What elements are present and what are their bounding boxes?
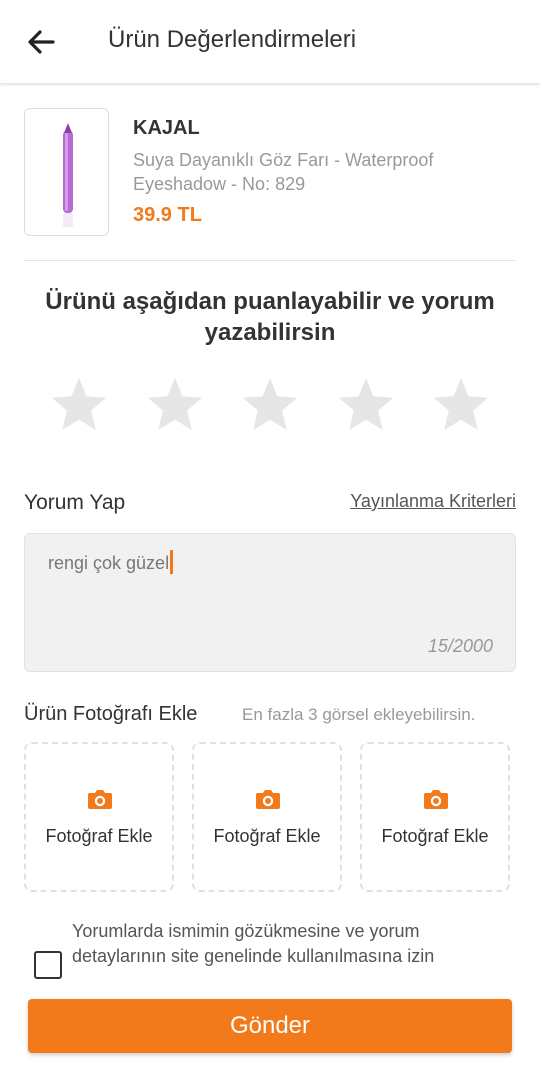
star-rating [48,374,492,436]
star-icon [242,377,298,431]
star-icon [147,377,203,431]
add-photo-label: Fotoğraf Ekle [45,826,153,846]
consent-checkbox[interactable] [34,951,62,979]
star-icon [51,377,107,431]
product-brand: KAJAL [133,117,200,139]
character-counter: 15/2000 [427,636,493,656]
star-icon [338,377,394,431]
arrow-left-icon [28,30,55,54]
camera-icon [256,790,280,809]
star-icon [433,377,489,431]
add-photo-label: Fotoğraf Ekle [381,826,489,846]
add-photo-button-1[interactable]: Fotoğraf Ekle [24,742,174,892]
comment-input[interactable]: rengi çok güzel 15/2000 [24,533,516,672]
consent-text: Yorumlarda ismimin gözükmesine ve yorum … [72,921,435,966]
add-photo-button-2[interactable]: Fotoğraf Ekle [192,742,342,892]
star-3[interactable] [239,374,301,436]
back-button[interactable] [22,24,62,60]
rating-title: Ürünü aşağıdan puanlayabilir ve yorum ya… [45,288,495,346]
product-image [24,108,109,236]
add-photo-label: Fotoğraf Ekle [213,826,321,846]
product-summary: KAJAL Suya Dayanıklı Göz Farı - Waterpro… [24,108,516,236]
text-caret [170,550,174,574]
star-4[interactable] [335,374,397,436]
comment-label: Yorum Yap [24,491,126,514]
camera-icon [424,790,448,809]
app-header: Ürün Değerlendirmeleri [0,0,540,84]
comment-value-wrap: rengi çok güzel [48,550,174,574]
divider [24,260,516,261]
criteria-link[interactable]: Yayınlanma Kriterleri [350,491,516,512]
star-2[interactable] [144,374,206,436]
product-price: 39.9 TL [133,204,202,226]
camera-icon [88,790,112,809]
photo-section-hint: En fazla 3 görsel ekleyebilirsin. [242,705,476,724]
add-photo-button-3[interactable]: Fotoğraf Ekle [360,742,510,892]
submit-button[interactable]: Gönder [28,999,512,1053]
page-title: Ürün Değerlendirmeleri [108,26,357,53]
star-5[interactable] [430,374,492,436]
photo-section-label: Ürün Fotoğrafı Ekle [24,703,198,725]
comment-value: rengi çok güzel [48,553,170,573]
product-name: Suya Dayanıklı Göz Farı - Waterproof Eye… [133,150,434,194]
star-1[interactable] [48,374,110,436]
